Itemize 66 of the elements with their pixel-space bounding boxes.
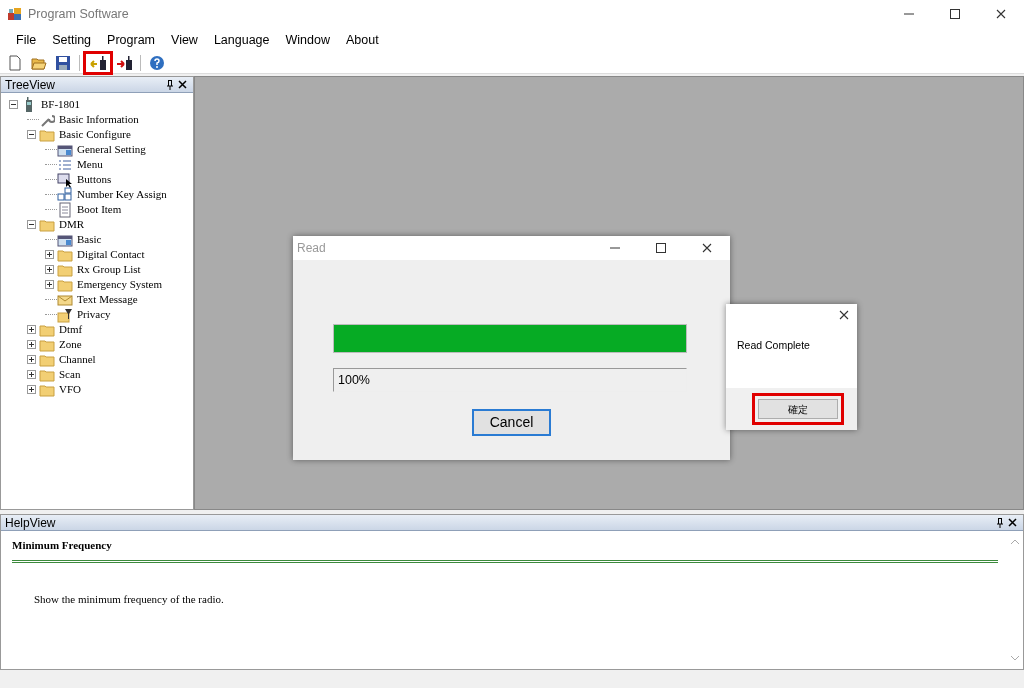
tree-item[interactable]: DMR: [58, 216, 86, 233]
progress-text: 100%: [333, 368, 687, 392]
tree-item[interactable]: General Setting: [76, 141, 147, 158]
collapse-icon[interactable]: [27, 220, 36, 229]
ok-button[interactable]: 確定: [757, 399, 838, 419]
tree-item[interactable]: VFO: [58, 381, 82, 398]
expand-icon[interactable]: [45, 250, 54, 259]
document-icon: [57, 201, 73, 218]
maximize-icon[interactable]: [950, 9, 960, 19]
tree-item[interactable]: Text Message: [76, 291, 139, 308]
menubar-entry[interactable]: File: [8, 28, 45, 52]
expand-icon[interactable]: [27, 385, 36, 394]
menubar-entry[interactable]: About: [338, 28, 387, 52]
tree-item[interactable]: Dtmf: [58, 321, 84, 338]
dialog-title: Read: [297, 240, 327, 257]
close-icon[interactable]: [702, 243, 712, 253]
expand-icon[interactable]: [27, 370, 36, 379]
tree-item[interactable]: Number Key Assign: [76, 186, 168, 203]
expand-icon[interactable]: [45, 265, 54, 274]
tree-item[interactable]: Zone: [58, 336, 83, 353]
tree-item[interactable]: Menu: [76, 156, 104, 173]
maximize-icon[interactable]: [656, 243, 666, 253]
tree-item[interactable]: Privacy: [76, 306, 112, 323]
menubar-entry[interactable]: Setting: [44, 28, 100, 52]
save-icon[interactable]: [54, 54, 72, 71]
menubar-entry[interactable]: Language: [205, 28, 278, 52]
expand-icon[interactable]: [27, 340, 36, 349]
tree-item[interactable]: BF-1801: [40, 96, 82, 113]
cursor-icon: [57, 171, 73, 188]
panel-title: HelpView: [5, 514, 57, 532]
tree-item[interactable]: Digital Contact: [76, 246, 146, 263]
tree-item[interactable]: Basic Configure: [58, 126, 132, 143]
help-icon[interactable]: [148, 54, 166, 71]
pin-icon[interactable]: [996, 517, 1004, 528]
tree-item[interactable]: Scan: [58, 366, 82, 383]
tree-item[interactable]: Rx Group List: [76, 261, 142, 278]
menubar-entry[interactable]: Window: [277, 28, 338, 52]
cancel-button[interactable]: Cancel: [472, 409, 551, 436]
tree-item[interactable]: Channel: [58, 351, 97, 368]
close-icon[interactable]: [1008, 518, 1017, 527]
panel-title: TreeView: [5, 76, 57, 94]
close-icon[interactable]: [839, 310, 849, 320]
expand-icon[interactable]: [27, 355, 36, 364]
window-title: Program Software: [28, 5, 129, 23]
grid-icon: [57, 186, 73, 203]
pin-icon[interactable]: [166, 79, 174, 90]
tree-item[interactable]: Emergency System: [76, 276, 164, 293]
expand-icon[interactable]: [27, 325, 36, 334]
collapse-icon[interactable]: [27, 130, 36, 139]
message-text: Read Complete: [737, 338, 811, 353]
app-icon: [8, 7, 22, 21]
menubar-entry[interactable]: View: [163, 28, 206, 52]
filter-icon: [57, 306, 73, 323]
arrow-radio-icon[interactable]: [115, 54, 133, 71]
help-heading: Minimum Frequency: [12, 538, 113, 553]
help-text: Show the minimum frequency of the radio.: [34, 591, 225, 607]
arrow-radio-icon[interactable]: [89, 54, 107, 71]
tree-item[interactable]: Basic: [76, 231, 103, 248]
close-icon[interactable]: [178, 80, 187, 89]
expand-icon[interactable]: [45, 280, 54, 289]
tree-item[interactable]: Boot Item: [76, 201, 123, 218]
menubar-entry[interactable]: Program: [99, 28, 163, 52]
collapse-icon[interactable]: [9, 100, 18, 109]
tree-item[interactable]: Buttons: [76, 171, 113, 188]
close-icon[interactable]: [996, 9, 1006, 19]
tree-item[interactable]: Basic Information: [58, 111, 140, 128]
